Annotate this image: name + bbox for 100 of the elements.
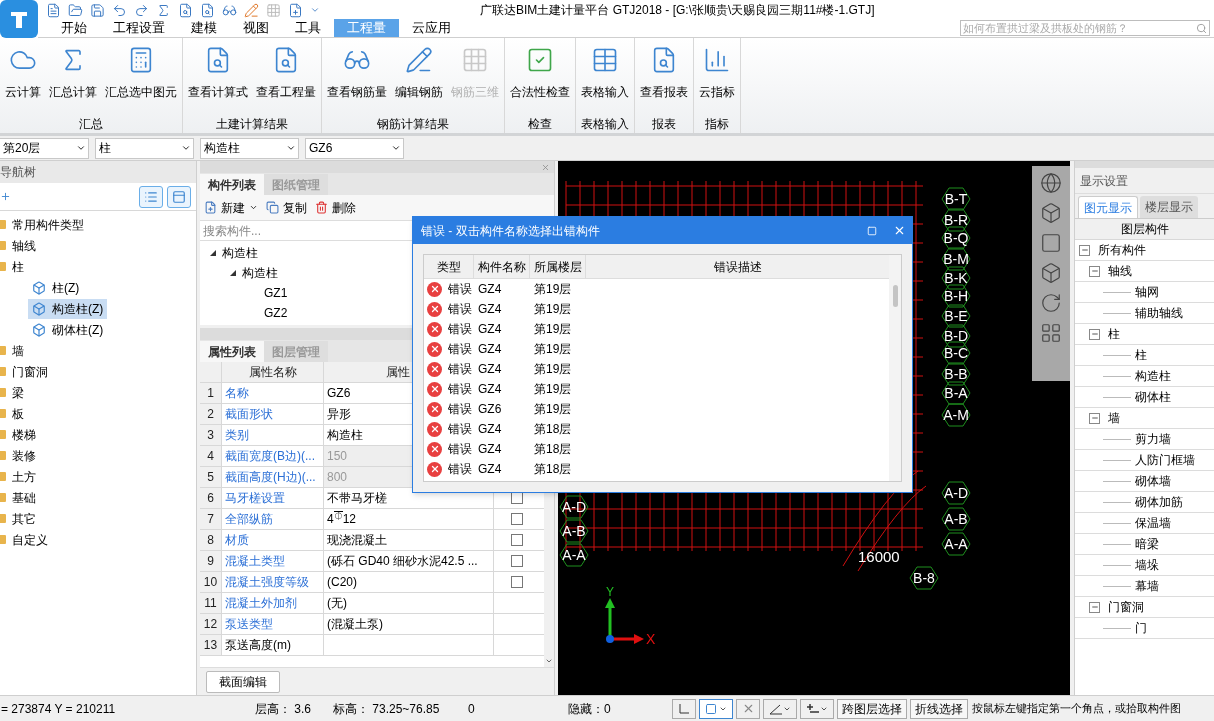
error-row[interactable]: 错误 GZ4 第18层	[424, 439, 889, 459]
add-icon[interactable]	[0, 191, 11, 202]
checkbox[interactable]	[511, 513, 523, 525]
nav-tree-item[interactable]: 墙	[12, 341, 24, 360]
layer-tree-item[interactable]: 柱	[1135, 346, 1147, 364]
tab[interactable]: 楼层显示	[1140, 196, 1198, 218]
nav-tree-item[interactable]: 楼梯	[12, 425, 36, 444]
layer-tree-item[interactable]: 所有构件	[1098, 241, 1146, 259]
toolbar-button[interactable]: 删除	[315, 198, 356, 217]
tree-item[interactable]: 构造柱	[222, 244, 258, 262]
help-search-field[interactable]: 如何布置拱过梁及拱板处的钢筋？	[960, 20, 1210, 36]
nav-tree-item[interactable]: 砌体柱(Z)	[28, 319, 108, 340]
tab[interactable]: 工程设置	[100, 19, 178, 37]
error-row[interactable]: 错误 GZ4 第18层	[424, 419, 889, 439]
layer-tree-item[interactable]: 构造柱	[1135, 367, 1171, 385]
scrollbar[interactable]	[889, 255, 901, 481]
status-button[interactable]: 折线选择	[910, 698, 968, 719]
component-name[interactable]: GZ6	[474, 400, 530, 418]
document-search-icon[interactable]	[178, 2, 193, 18]
nav-tree-item[interactable]: 构造柱(Z)	[28, 298, 108, 319]
section-edit-button[interactable]: 截面编辑	[206, 670, 280, 693]
cube-icon[interactable]	[1040, 262, 1062, 284]
tab[interactable]: 工具	[282, 19, 334, 37]
ribbon-button[interactable]: 编辑钢筋	[392, 46, 446, 101]
checkbox[interactable]	[511, 534, 523, 546]
dropdown[interactable]: 第20层	[0, 137, 89, 159]
nav-tree-item[interactable]: 柱	[12, 257, 24, 276]
error-row[interactable]: 错误 GZ6 第19层	[424, 399, 889, 419]
panel-view-button[interactable]	[167, 185, 191, 208]
property-value[interactable]: (混凝土泵)	[327, 617, 383, 631]
error-row[interactable]: 错误 GZ4 第19层	[424, 319, 889, 339]
open-folder-icon[interactable]	[68, 2, 83, 18]
layer-tree-item[interactable]: 剪力墙	[1135, 430, 1171, 448]
layer-tree-item[interactable]: 砌体柱	[1135, 388, 1171, 406]
search-icon[interactable]	[1196, 22, 1207, 34]
undo-icon[interactable]	[112, 2, 127, 18]
component-name[interactable]: GZ4	[474, 300, 530, 318]
property-value[interactable]: GZ6	[327, 386, 351, 400]
component-name[interactable]: GZ4	[474, 340, 530, 358]
globe-icon[interactable]	[1040, 172, 1062, 194]
error-row[interactable]: 错误 GZ4 第19层	[424, 299, 889, 319]
layer-tree-item[interactable]: 柱	[1108, 325, 1120, 343]
dropdown[interactable]: 柱	[95, 137, 194, 159]
nav-tree-item[interactable]: 装修	[12, 446, 36, 465]
ribbon-button[interactable]: 汇总计算	[46, 46, 100, 101]
component-name[interactable]: GZ4	[474, 360, 530, 378]
save-icon[interactable]	[90, 2, 105, 18]
dropdown[interactable]: 构造柱	[200, 137, 299, 159]
tab[interactable]: 属性列表	[200, 341, 264, 362]
property-value[interactable]: (无)	[327, 596, 347, 610]
component-name[interactable]: GZ4	[474, 320, 530, 338]
nav-tree-item[interactable]: 门窗洞	[12, 362, 48, 381]
tree-item[interactable]: 构造柱	[242, 264, 278, 282]
layer-tree-item[interactable]: 砌体墙	[1135, 472, 1171, 490]
collapse-toggle[interactable]	[1089, 265, 1100, 277]
toolbar-button[interactable]: 复制	[266, 198, 307, 217]
redo-icon[interactable]	[134, 2, 149, 18]
cross-button[interactable]	[736, 698, 760, 719]
property-value[interactable]: 现浇混凝土	[327, 533, 387, 547]
close-icon[interactable]	[893, 224, 906, 237]
nav-tree-item[interactable]: 板	[12, 404, 24, 423]
caret-icon[interactable]	[76, 143, 86, 153]
ribbon-button[interactable]: 汇总选中图元	[102, 46, 180, 101]
property-value[interactable]: 异形	[327, 407, 351, 421]
sigma-icon[interactable]	[156, 2, 171, 18]
nav-tree-item[interactable]: 自定义	[12, 530, 48, 549]
nav-tree-item[interactable]: 其它	[12, 509, 36, 528]
component-name[interactable]: GZ4	[474, 440, 530, 458]
property-value[interactable]: (砾石 GD40 细砂水泥42.5 ...	[327, 554, 478, 568]
property-value[interactable]: 不带马牙槎	[327, 491, 387, 505]
angle-button[interactable]	[763, 698, 797, 719]
square-icon[interactable]	[1040, 232, 1062, 254]
new-file-icon[interactable]	[46, 2, 61, 18]
layer-tree-item[interactable]: 人防门框墙	[1135, 451, 1195, 469]
snap-button[interactable]	[699, 698, 733, 719]
offset-button[interactable]	[800, 698, 834, 719]
component-name[interactable]: GZ4	[474, 280, 530, 298]
checkbox[interactable]	[511, 576, 523, 588]
layer-tree-item[interactable]: 门窗洞	[1108, 598, 1144, 616]
component-name[interactable]: GZ4	[474, 460, 530, 478]
checkbox[interactable]	[511, 555, 523, 567]
nav-tree-item[interactable]: 常用构件类型	[12, 215, 84, 234]
property-value[interactable]: 构造柱	[327, 428, 363, 442]
component-name[interactable]: GZ4	[474, 380, 530, 398]
cube-icon[interactable]	[1040, 202, 1062, 224]
expand-arrow-icon[interactable]	[210, 250, 216, 256]
error-row[interactable]: 错误 GZ4 第18层	[424, 459, 889, 479]
layer-tree-item[interactable]: 辅助轴线	[1135, 304, 1183, 322]
ribbon-button[interactable]: 合法性检查	[507, 46, 573, 101]
nav-tree-item[interactable]: 梁	[12, 383, 24, 402]
toolbar-button[interactable]: 新建	[204, 198, 258, 217]
caret-icon[interactable]	[286, 143, 296, 153]
layer-tree-item[interactable]: 幕墙	[1135, 577, 1159, 595]
file-plus-icon[interactable]	[288, 2, 303, 18]
layer-tree-item[interactable]: 墙	[1108, 409, 1120, 427]
error-row[interactable]: 错误 GZ4 第19层	[424, 359, 889, 379]
pencil-icon[interactable]	[244, 2, 259, 18]
document-search-icon[interactable]	[200, 2, 215, 18]
collapse-toggle[interactable]	[1089, 412, 1100, 424]
dropdown[interactable]: GZ6	[305, 137, 404, 159]
